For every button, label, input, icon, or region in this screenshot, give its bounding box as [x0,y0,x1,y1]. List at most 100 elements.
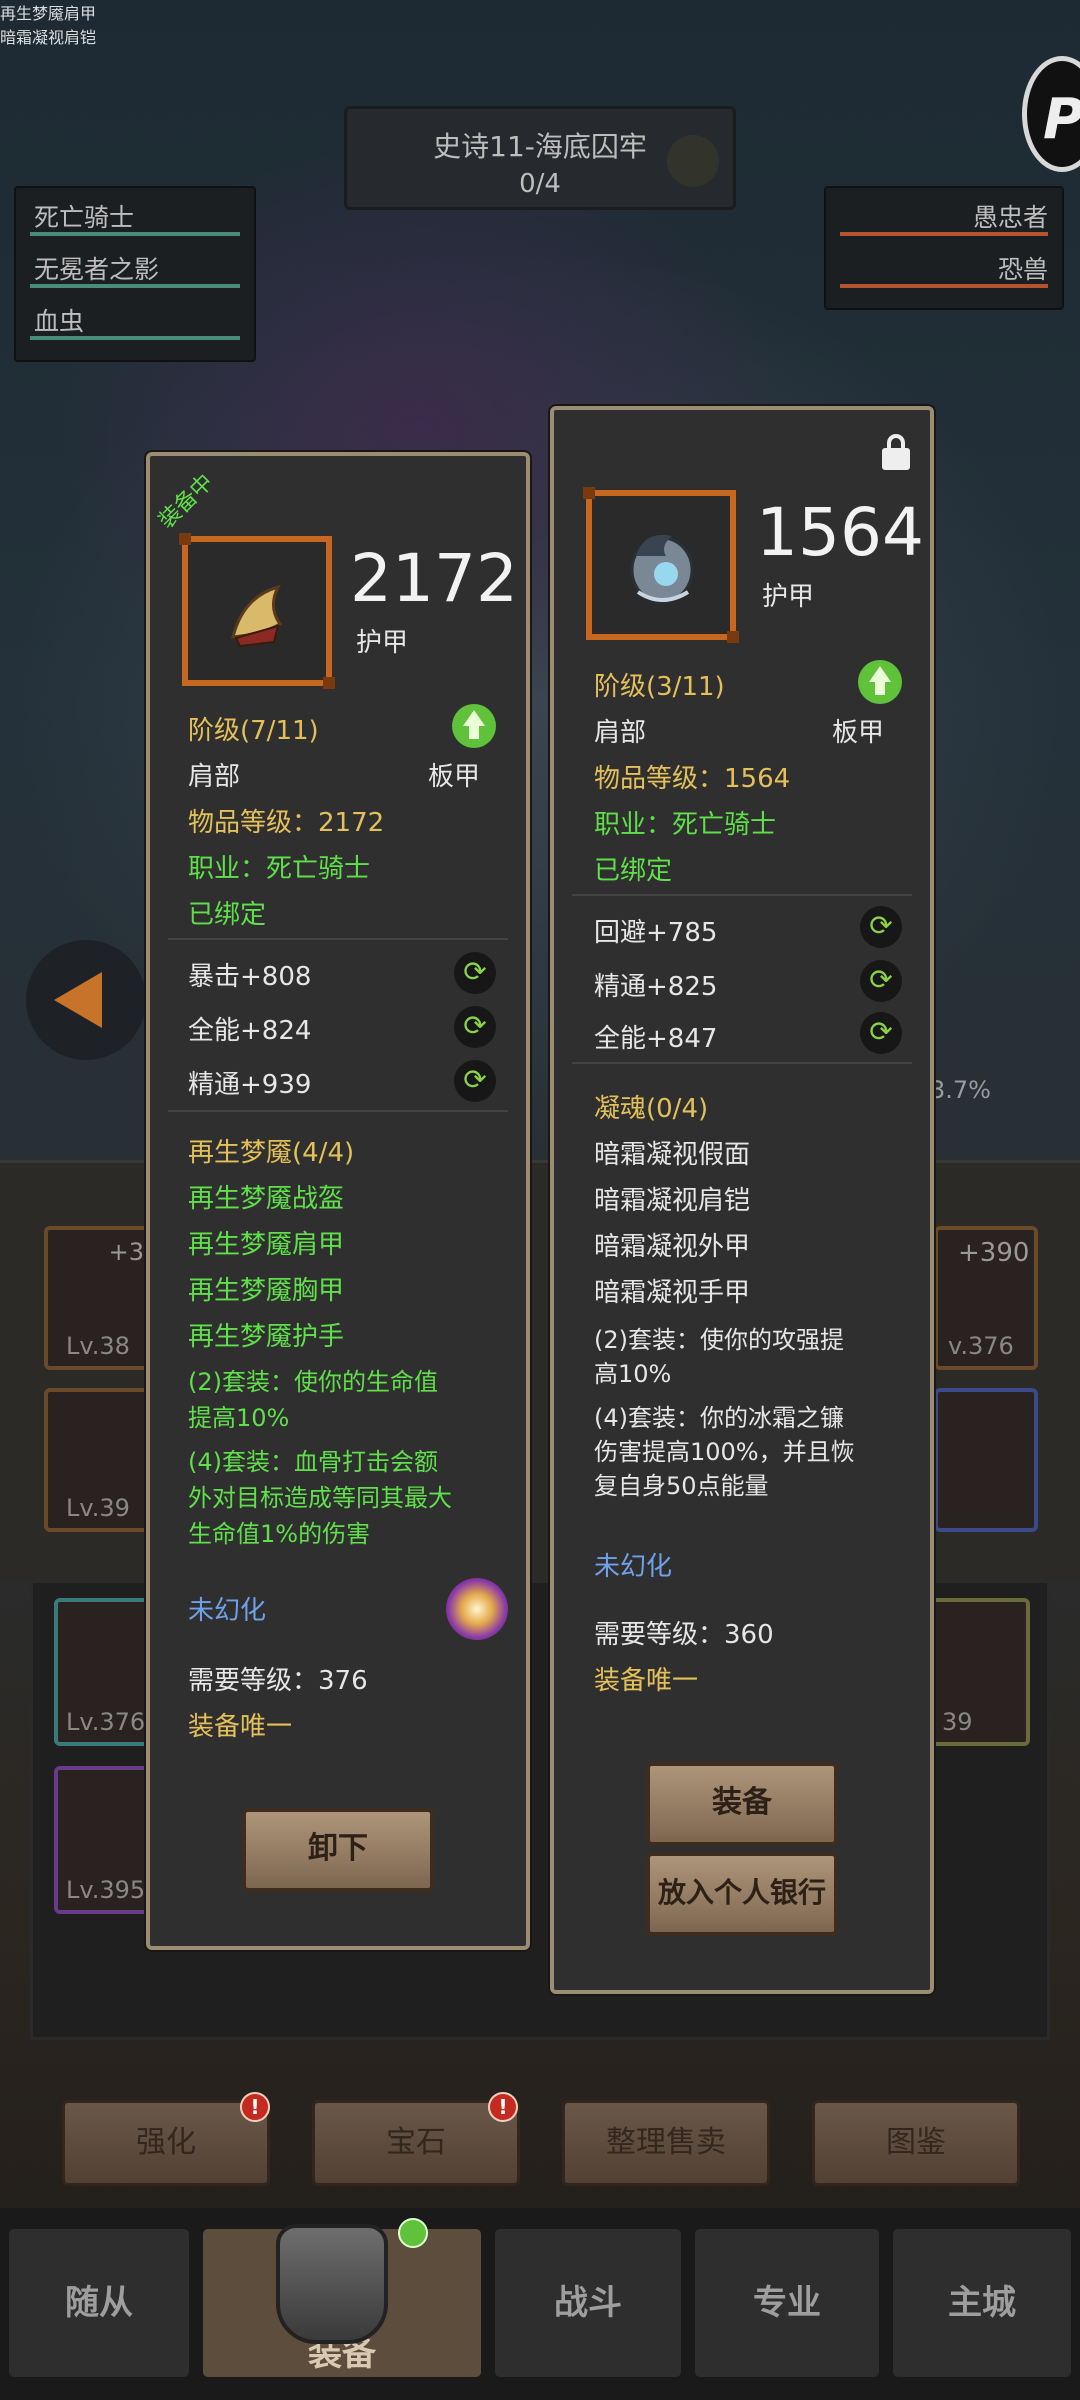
transmog-status: 未幻化 [594,1552,673,1582]
item-class: 职业：死亡骑士 [594,810,777,840]
set-bonus-2: 高10% [594,1360,672,1388]
item-tier: 阶级(7/11) [188,716,319,746]
stage-refresh-icon[interactable] [667,135,719,187]
item-frame [583,487,739,643]
set-item: 再生梦魇战盔 [188,1184,345,1214]
required-level: 需要等级：376 [188,1666,368,1696]
bag-slot[interactable]: Lv.376 [54,1598,154,1746]
item-type: 板甲 [428,762,481,792]
set-bonus-4: (4)套装：血骨打击会额 [188,1448,438,1476]
item-bound: 已绑定 [188,900,267,930]
sort-sell-button[interactable]: 整理售卖 [562,2100,770,2186]
set-item: 再生梦魇护手 [188,1322,345,1352]
reroll-icon[interactable]: ⟳ [454,1006,496,1048]
shoulder-armor-icon [231,584,283,648]
slot-plus: +390 [958,1238,1030,1268]
set-bonus-2: (2)套装：使你的生命值 [188,1368,438,1396]
set-item: 暗霜凝视外甲 [594,1232,751,1262]
progress-percent: 3.7% [930,1076,991,1104]
armor-icon [276,2224,388,2344]
enhance-button[interactable]: 强化 [62,2100,270,2186]
divider [572,1062,912,1064]
set-item: 暗霜凝视肩铠 [594,1186,751,1216]
unequip-button[interactable]: 卸下 [242,1808,434,1892]
item-level: 物品等级：1564 [594,764,791,794]
transmog-status: 未幻化 [188,1596,267,1626]
equip-slot[interactable]: Lv.39 [44,1388,154,1532]
nav-battle[interactable]: 战斗 [492,2226,684,2380]
item-class: 职业：死亡骑士 [188,854,371,884]
nav-main-city[interactable]: 主城 [890,2226,1074,2380]
set-bonus-2: 提高10% [188,1404,290,1432]
set-title: 凝魂(0/4) [594,1094,709,1124]
equip-button[interactable]: 装备 [646,1762,838,1846]
item-name: 再生梦魇肩甲 [0,4,97,23]
set-bonus-4: 复自身50点能量 [594,1472,769,1500]
divider [168,1110,508,1112]
equip-slot[interactable]: +390 v.376 [934,1226,1038,1370]
lock-icon[interactable] [882,434,910,470]
equip-slot[interactable]: +3 Lv.38 [44,1226,154,1370]
set-bonus-2: (2)套装：使你的攻强提 [594,1326,844,1354]
boss-list-left: 死亡骑士 无冕者之影 血虫 [14,186,256,362]
item-tier: 阶级(3/11) [594,672,725,702]
boss-item[interactable]: 死亡骑士 [16,188,254,240]
bag-slot[interactable]: Lv.395 [54,1766,154,1914]
boss-item[interactable]: 愚忠者 [826,188,1062,240]
bank-button[interactable]: 放入个人银行 [646,1852,838,1936]
slot-level: Lv.395 [66,1876,146,1904]
armor-value: 1564 [756,494,924,571]
boss-item[interactable]: 恐兽 [826,240,1062,292]
unique-equip: 装备唯一 [188,1712,293,1742]
item-frame [179,533,335,689]
nav-followers[interactable]: 随从 [6,2226,192,2380]
nav-profession[interactable]: 专业 [692,2226,882,2380]
reroll-icon[interactable]: ⟳ [860,1012,902,1054]
back-arrow-icon[interactable] [26,940,146,1060]
stat-line: 全能+824 [188,1016,312,1046]
set-bonus-4: 伤害提高100%，并且恢 [594,1438,855,1466]
alert-badge: ! [240,2092,270,2122]
stage-panel: 史诗11-海底囚牢 0/4 [344,106,736,210]
alert-badge: ! [488,2092,518,2122]
p-logo-button[interactable]: P [1022,56,1080,172]
transmog-orb-icon[interactable] [446,1578,508,1640]
slot-level: Lv.38 [66,1332,130,1360]
armor-label: 护甲 [356,628,409,658]
item-name: 暗霜凝视肩铠 [0,28,97,47]
stat-line: 暴击+808 [188,962,312,992]
upgrade-icon[interactable] [858,660,902,704]
stat-line: 精通+939 [188,1070,312,1100]
equip-slot[interactable] [934,1388,1038,1532]
boss-item[interactable]: 血虫 [16,292,254,344]
slot-plus: +3 [108,1238,144,1266]
set-bonus-4: 生命值1%的伤害 [188,1520,371,1548]
armor-label: 护甲 [762,582,815,612]
armor-value: 2172 [350,540,518,617]
item-slot: 肩部 [188,762,241,792]
codex-button[interactable]: 图鉴 [812,2100,1020,2186]
frost-shoulder-icon [630,534,694,604]
item-level: 物品等级：2172 [188,808,385,838]
stat-line: 精通+825 [594,972,718,1002]
divider [572,894,912,896]
unique-equip: 装备唯一 [594,1666,699,1696]
slot-level: Lv.376 [66,1708,146,1736]
reroll-icon[interactable]: ⟳ [860,960,902,1002]
slot-level: Lv.39 [66,1494,130,1522]
slot-level: v.376 [948,1332,1014,1360]
upgrade-icon[interactable] [452,704,496,748]
reroll-icon[interactable]: ⟳ [454,952,496,994]
stat-line: 全能+847 [594,1024,718,1054]
stat-line: 回避+785 [594,918,718,948]
boss-list-right: 愚忠者 恐兽 [824,186,1064,310]
boss-item[interactable]: 无冕者之影 [16,240,254,292]
bag-slot[interactable]: 39 [930,1598,1030,1746]
reroll-icon[interactable]: ⟳ [860,906,902,948]
set-item: 再生梦魇胸甲 [188,1276,345,1306]
set-item: 暗霜凝视手甲 [594,1278,751,1308]
set-bonus-4: 外对目标造成等同其最大 [188,1484,452,1512]
set-title: 再生梦魇(4/4) [188,1138,355,1168]
slot-level: 39 [942,1708,973,1736]
reroll-icon[interactable]: ⟳ [454,1060,496,1102]
